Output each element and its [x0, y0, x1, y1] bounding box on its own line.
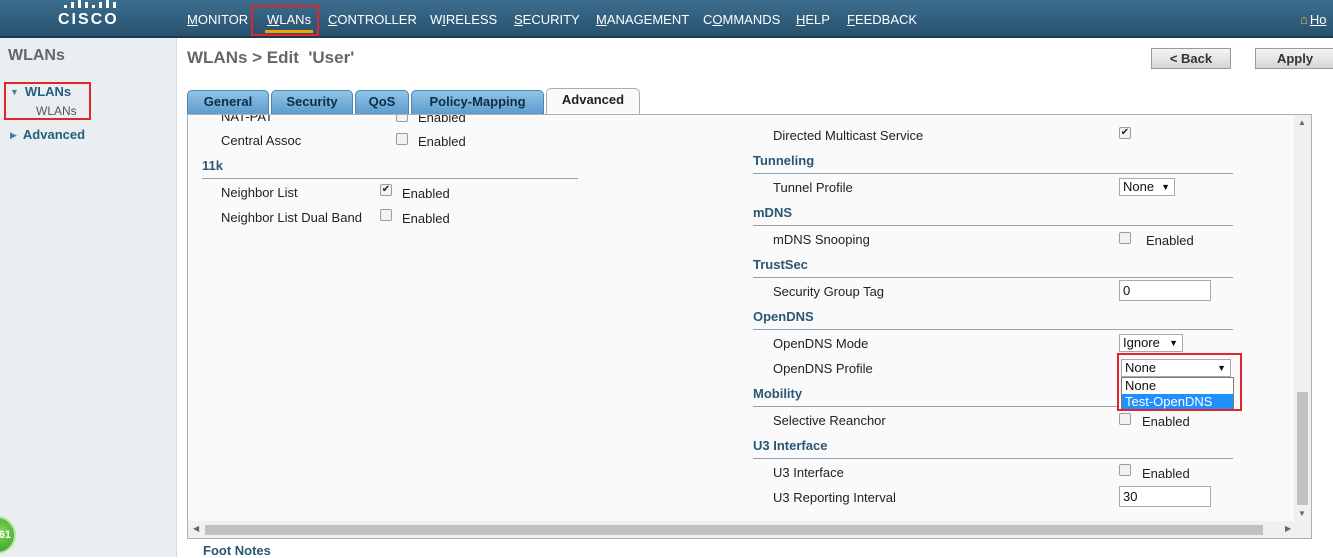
nav-security[interactable]: SECURITY — [514, 12, 580, 27]
dropdown-arrow-icon: ▼ — [1169, 338, 1178, 348]
section-divider — [753, 406, 1117, 407]
cisco-logo-bars-icon — [62, 0, 122, 8]
central-assoc-label: Central Assoc — [221, 133, 302, 148]
home-icon: ⌂ — [1300, 12, 1308, 27]
neighbor-list-enabled-label: Enabled — [402, 186, 450, 201]
top-navigation-bar: CISCO MONITOR WLANs CONTROLLER WIRELESS … — [0, 0, 1333, 38]
opendns-mode-label: OpenDNS Mode — [773, 336, 869, 351]
opendns-profile-label: OpenDNS Profile — [773, 361, 873, 376]
nav-commands[interactable]: COMMANDS — [703, 12, 780, 27]
u3-interface-enabled-label: Enabled — [1142, 466, 1190, 481]
security-group-tag-label: Security Group Tag — [773, 284, 885, 299]
collapsed-triangle-icon: ▶ — [10, 130, 17, 140]
section-11k: 11k — [202, 158, 223, 173]
security-group-tag-input[interactable]: 0 — [1119, 280, 1211, 301]
nav-wlans-highlight-box — [251, 5, 319, 36]
u3-reporting-interval-input[interactable]: 30 — [1119, 486, 1211, 507]
tunnel-profile-label: Tunnel Profile — [773, 180, 853, 195]
nav-management[interactable]: MANAGEMENT — [596, 12, 689, 27]
nav-monitor[interactable]: MONITOR — [187, 12, 248, 27]
section-divider — [753, 173, 1233, 174]
neighbor-list-checkbox[interactable]: ✔ — [380, 184, 392, 196]
sidebar-item-advanced[interactable]: ▶ Advanced — [10, 127, 85, 142]
mdns-snooping-label: mDNS Snooping — [773, 232, 870, 247]
sidebar-title: WLANs — [8, 47, 65, 64]
selective-reanchor-enabled-label: Enabled — [1142, 414, 1190, 429]
opendns-mode-select[interactable]: Ignore ▼ — [1119, 334, 1183, 352]
selective-reanchor-label: Selective Reanchor — [773, 413, 886, 428]
vertical-scroll-thumb[interactable] — [1297, 392, 1308, 505]
foot-notes-heading: Foot Notes — [203, 543, 271, 558]
nav-controller[interactable]: CONTROLLER — [328, 12, 417, 27]
section-trustsec: TrustSec — [753, 257, 808, 272]
nat-pat-checkbox[interactable] — [396, 115, 408, 122]
u3-interface-checkbox[interactable] — [1119, 464, 1131, 476]
vertical-scrollbar[interactable]: ▲ ▼ — [1294, 115, 1311, 523]
tab-security[interactable]: Security — [271, 90, 353, 114]
status-badge[interactable]: 61 — [0, 516, 16, 554]
scroll-right-arrow-icon[interactable]: ▶ — [1285, 524, 1291, 533]
nav-wireless[interactable]: WIRELESS — [430, 12, 497, 27]
neighbor-list-dual-band-enabled-label: Enabled — [402, 211, 450, 226]
scroll-left-arrow-icon[interactable]: ◀ — [193, 524, 199, 533]
u3-reporting-interval-label: U3 Reporting Interval — [773, 490, 896, 505]
neighbor-list-dual-band-label: Neighbor List Dual Band — [221, 210, 362, 225]
section-divider — [753, 329, 1233, 330]
scroll-down-arrow-icon[interactable]: ▼ — [1298, 509, 1306, 518]
section-opendns: OpenDNS — [753, 309, 814, 324]
central-assoc-enabled-label: Enabled — [418, 134, 466, 149]
dropdown-arrow-icon: ▼ — [1161, 182, 1170, 192]
apply-button[interactable]: Apply — [1255, 48, 1333, 69]
mdns-snooping-checkbox[interactable] — [1119, 232, 1131, 244]
page-title: WLANs > Edit 'User' — [187, 48, 355, 67]
section-mobility: Mobility — [753, 386, 803, 401]
nat-pat-enabled-label: Enabled — [418, 114, 466, 125]
tab-qos[interactable]: QoS — [355, 90, 409, 114]
mdns-snooping-enabled-label: Enabled — [1146, 233, 1194, 248]
section-u3-interface: U3 Interface — [753, 438, 828, 453]
section-divider — [202, 178, 578, 179]
directed-multicast-label: Directed Multicast Service — [773, 128, 924, 143]
tab-general[interactable]: General — [187, 90, 269, 114]
home-link[interactable]: ⌂ Ho — [1300, 12, 1326, 27]
sidebar: WLANs ▼ WLANs WLANs ▶ Advanced 61 — [0, 38, 177, 557]
section-divider — [753, 225, 1233, 226]
advanced-settings-panel: NAT-PAT Enabled Central Assoc Enabled 11… — [187, 114, 1312, 539]
sidebar-highlight-box — [4, 82, 91, 120]
nav-feedback[interactable]: FEEDBACK — [847, 12, 917, 27]
horizontal-scroll-thumb[interactable] — [205, 525, 1263, 535]
section-tunneling: Tunneling — [753, 153, 815, 168]
u3-interface-label: U3 Interface — [773, 465, 844, 480]
scroll-up-arrow-icon[interactable]: ▲ — [1298, 118, 1306, 127]
nav-help[interactable]: HELP — [796, 12, 830, 27]
section-divider — [753, 277, 1233, 278]
section-mdns: mDNS — [753, 205, 793, 220]
logo-text: CISCO — [58, 11, 119, 28]
opendns-profile-highlight-box — [1117, 353, 1242, 411]
back-button[interactable]: < Back — [1151, 48, 1231, 69]
section-divider — [753, 458, 1233, 459]
tab-advanced[interactable]: Advanced — [546, 88, 640, 115]
tunnel-profile-select[interactable]: None ▼ — [1119, 178, 1175, 196]
central-assoc-checkbox[interactable] — [396, 133, 408, 145]
neighbor-list-dual-band-checkbox[interactable] — [380, 209, 392, 221]
horizontal-scrollbar[interactable]: ◀ ▶ — [188, 521, 1311, 538]
neighbor-list-label: Neighbor List — [221, 185, 298, 200]
directed-multicast-checkbox[interactable]: ✔ — [1119, 127, 1131, 139]
tab-policy-mapping[interactable]: Policy-Mapping — [411, 90, 544, 114]
nat-pat-label: NAT-PAT — [221, 114, 273, 124]
cisco-logo: CISCO — [52, 0, 132, 36]
selective-reanchor-checkbox[interactable] — [1119, 413, 1131, 425]
